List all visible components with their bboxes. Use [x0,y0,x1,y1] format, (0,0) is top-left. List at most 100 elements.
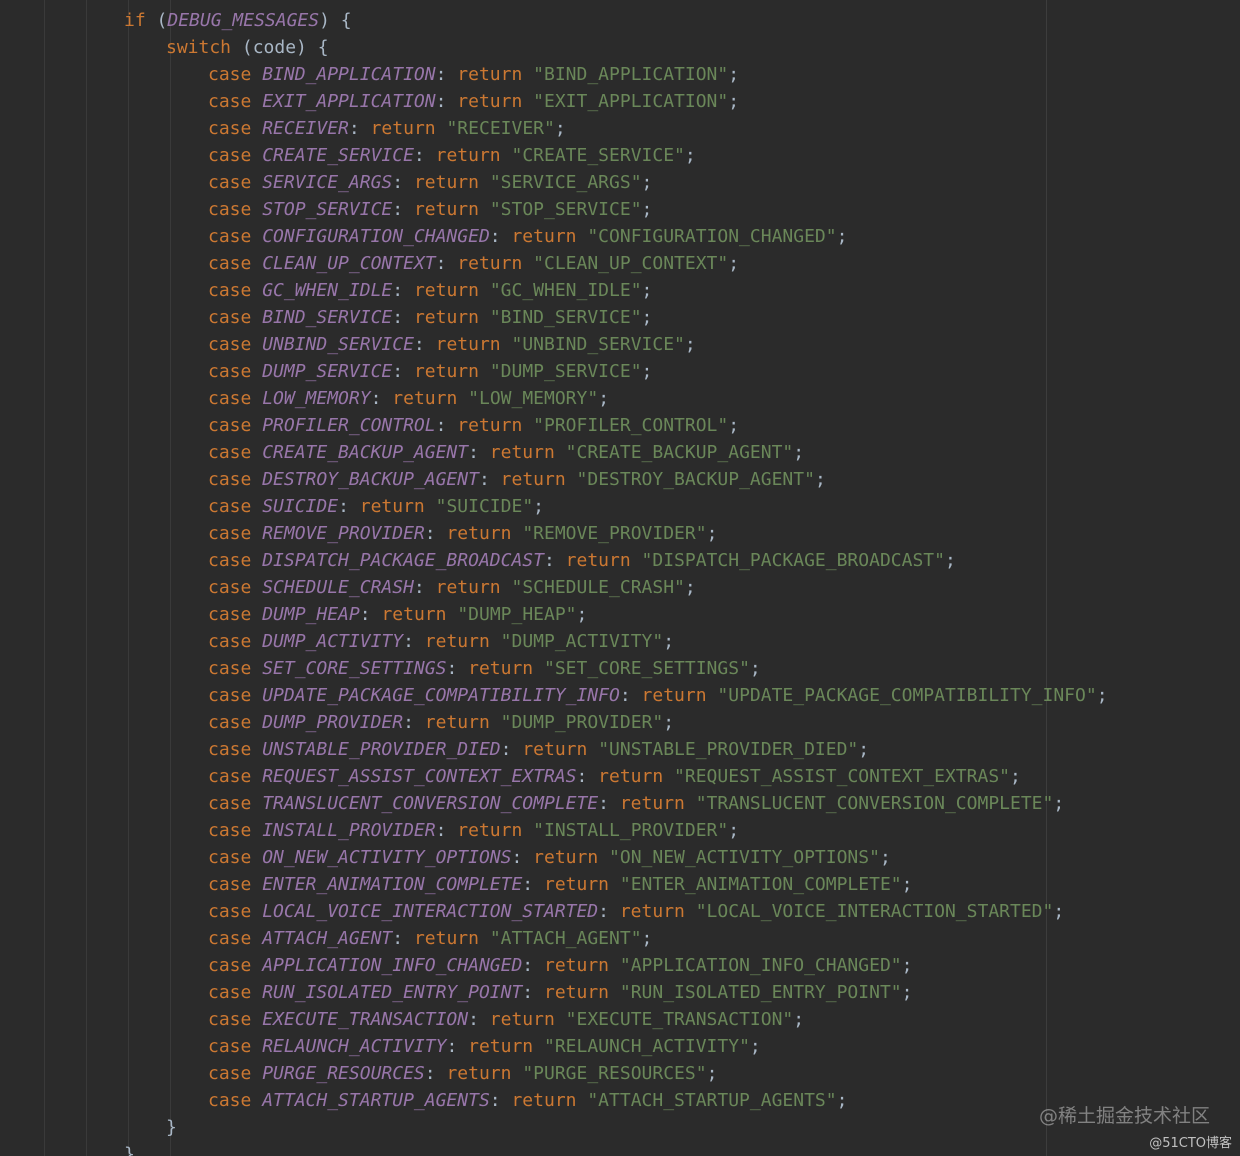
case-keyword: case [208,523,252,544]
code-line-case: case PURGE_RESOURCES: return "PURGE_RESO… [208,1063,718,1084]
case-string-literal: "SUICIDE" [435,496,534,517]
closing-brace: } [166,1117,177,1138]
51cto-watermark: @51CTO博客 [1149,1136,1232,1151]
code-line-case: case LOCAL_VOICE_INTERACTION_STARTED: re… [208,901,1065,922]
return-keyword: return [435,577,501,598]
code-line-case: case DISPATCH_PACKAGE_BROADCAST: return … [208,550,956,571]
case-constant: SET_CORE_SETTINGS [262,658,447,679]
case-keyword: case [208,496,252,517]
code-line-case: case SUICIDE: return "SUICIDE"; [208,496,545,517]
case-constant: DESTROY_BACKUP_AGENT [262,469,479,490]
code-line-case: case REQUEST_ASSIST_CONTEXT_EXTRAS: retu… [208,766,1021,787]
case-keyword: case [208,550,252,571]
code-line-case: case SET_CORE_SETTINGS: return "SET_CORE… [208,658,761,679]
case-keyword: case [208,658,252,679]
case-keyword: case [208,118,252,139]
case-constant: DUMP_SERVICE [262,361,393,382]
return-keyword: return [565,550,631,571]
code-line-case: case STOP_SERVICE: return "STOP_SERVICE"… [208,199,653,220]
case-string-literal: "DUMP_PROVIDER" [500,712,664,733]
case-keyword: case [208,739,252,760]
code-line-case: case INSTALL_PROVIDER: return "INSTALL_P… [208,820,740,841]
case-string-literal: "DUMP_HEAP" [457,604,577,625]
return-keyword: return [413,361,479,382]
case-constant: DUMP_ACTIVITY [262,631,404,652]
case-string-literal: "UNBIND_SERVICE" [511,334,685,355]
code-line-case: case DUMP_ACTIVITY: return "DUMP_ACTIVIT… [208,631,675,652]
case-constant: ENTER_ANIMATION_COMPLETE [262,874,523,895]
code-line-case: case RELAUNCH_ACTIVITY: return "RELAUNCH… [208,1036,761,1057]
case-string-literal: "TRANSLUCENT_CONVERSION_COMPLETE" [695,793,1054,814]
case-keyword: case [208,361,252,382]
case-keyword: case [208,1090,252,1111]
return-keyword: return [543,874,610,895]
case-constant: SUICIDE [262,496,339,517]
return-keyword: return [489,1009,555,1030]
case-keyword: case [208,955,252,976]
case-string-literal: "CREATE_BACKUP_AGENT" [565,442,794,463]
case-constant: CREATE_SERVICE [262,145,414,166]
case-keyword: case [208,145,252,166]
code-line-case: case ENTER_ANIMATION_COMPLETE: return "E… [208,874,913,895]
case-string-literal: "REMOVE_PROVIDER" [522,523,707,544]
if-keyword: if [124,10,146,31]
return-keyword: return [619,901,685,922]
return-keyword: return [424,631,490,652]
case-constant: PROFILER_CONTROL [262,415,436,436]
code-line-if: if (DEBUG_MESSAGES) { [0,7,1240,34]
code-line-case: case GC_WHEN_IDLE: return "GC_WHEN_IDLE"… [208,280,653,301]
case-constant: PURGE_RESOURCES [262,1063,425,1084]
case-keyword: case [208,1009,252,1030]
code-line-if-close: } [0,1141,1240,1156]
return-keyword: return [424,712,490,733]
case-string-literal: "RUN_ISOLATED_ENTRY_POINT" [619,982,902,1003]
case-keyword: case [208,64,252,85]
case-string-literal: "SCHEDULE_CRASH" [511,577,685,598]
code-line-case: case TRANSLUCENT_CONVERSION_COMPLETE: re… [208,793,1065,814]
case-string-literal: "SERVICE_ARGS" [489,172,642,193]
case-constant: UPDATE_PACKAGE_COMPATIBILITY_INFO [262,685,620,706]
case-keyword: case [208,415,252,436]
case-constant: STOP_SERVICE [262,199,393,220]
case-keyword: case [208,874,252,895]
case-constant: ATTACH_AGENT [262,928,393,949]
code-line-case: case PROFILER_CONTROL: return "PROFILER_… [208,415,740,436]
code-line-case: case ON_NEW_ACTIVITY_OPTIONS: return "ON… [208,847,891,868]
case-constant: UNBIND_SERVICE [262,334,414,355]
code-line-case: case SERVICE_ARGS: return "SERVICE_ARGS"… [208,172,653,193]
case-keyword: case [208,712,252,733]
return-keyword: return [457,253,523,274]
code-line-case: case DUMP_HEAP: return "DUMP_HEAP"; [208,604,588,625]
return-keyword: return [543,982,610,1003]
case-constant: GC_WHEN_IDLE [262,280,393,301]
return-keyword: return [489,442,555,463]
case-string-literal: "ATTACH_AGENT" [489,928,642,949]
case-constant: REMOVE_PROVIDER [262,523,425,544]
case-string-literal: "INSTALL_PROVIDER" [533,820,729,841]
return-keyword: return [468,1036,534,1057]
code-line-case: case DUMP_SERVICE: return "DUMP_SERVICE"… [208,361,653,382]
code-area[interactable]: if (DEBUG_MESSAGES) { switch (code) { ca… [0,7,1240,1156]
case-keyword: case [208,172,252,193]
return-keyword: return [533,847,599,868]
case-string-literal: "DUMP_SERVICE" [489,361,642,382]
return-keyword: return [381,604,447,625]
case-keyword: case [208,307,252,328]
case-constant: LOW_MEMORY [262,388,371,409]
case-keyword: case [208,91,252,112]
code-line-case: case UNSTABLE_PROVIDER_DIED: return "UNS… [208,739,870,760]
code-editor[interactable]: if (DEBUG_MESSAGES) { switch (code) { ca… [0,0,1240,1156]
return-keyword: return [543,955,610,976]
return-keyword: return [500,469,566,490]
code-line-case: case DESTROY_BACKUP_AGENT: return "DESTR… [208,469,826,490]
code-line-switch: switch (code) { [0,34,1240,61]
return-keyword: return [457,820,523,841]
case-string-literal: "RELAUNCH_ACTIVITY" [544,1036,750,1057]
case-constant: CREATE_BACKUP_AGENT [262,442,469,463]
case-constant: EXECUTE_TRANSACTION [262,1009,469,1030]
switch-expression: (code) { [241,37,329,58]
case-string-literal: "ON_NEW_ACTIVITY_OPTIONS" [609,847,880,868]
case-list: case BIND_APPLICATION: return "BIND_APPL… [0,61,1240,1114]
case-keyword: case [208,226,252,247]
case-constant: CONFIGURATION_CHANGED [262,226,490,247]
